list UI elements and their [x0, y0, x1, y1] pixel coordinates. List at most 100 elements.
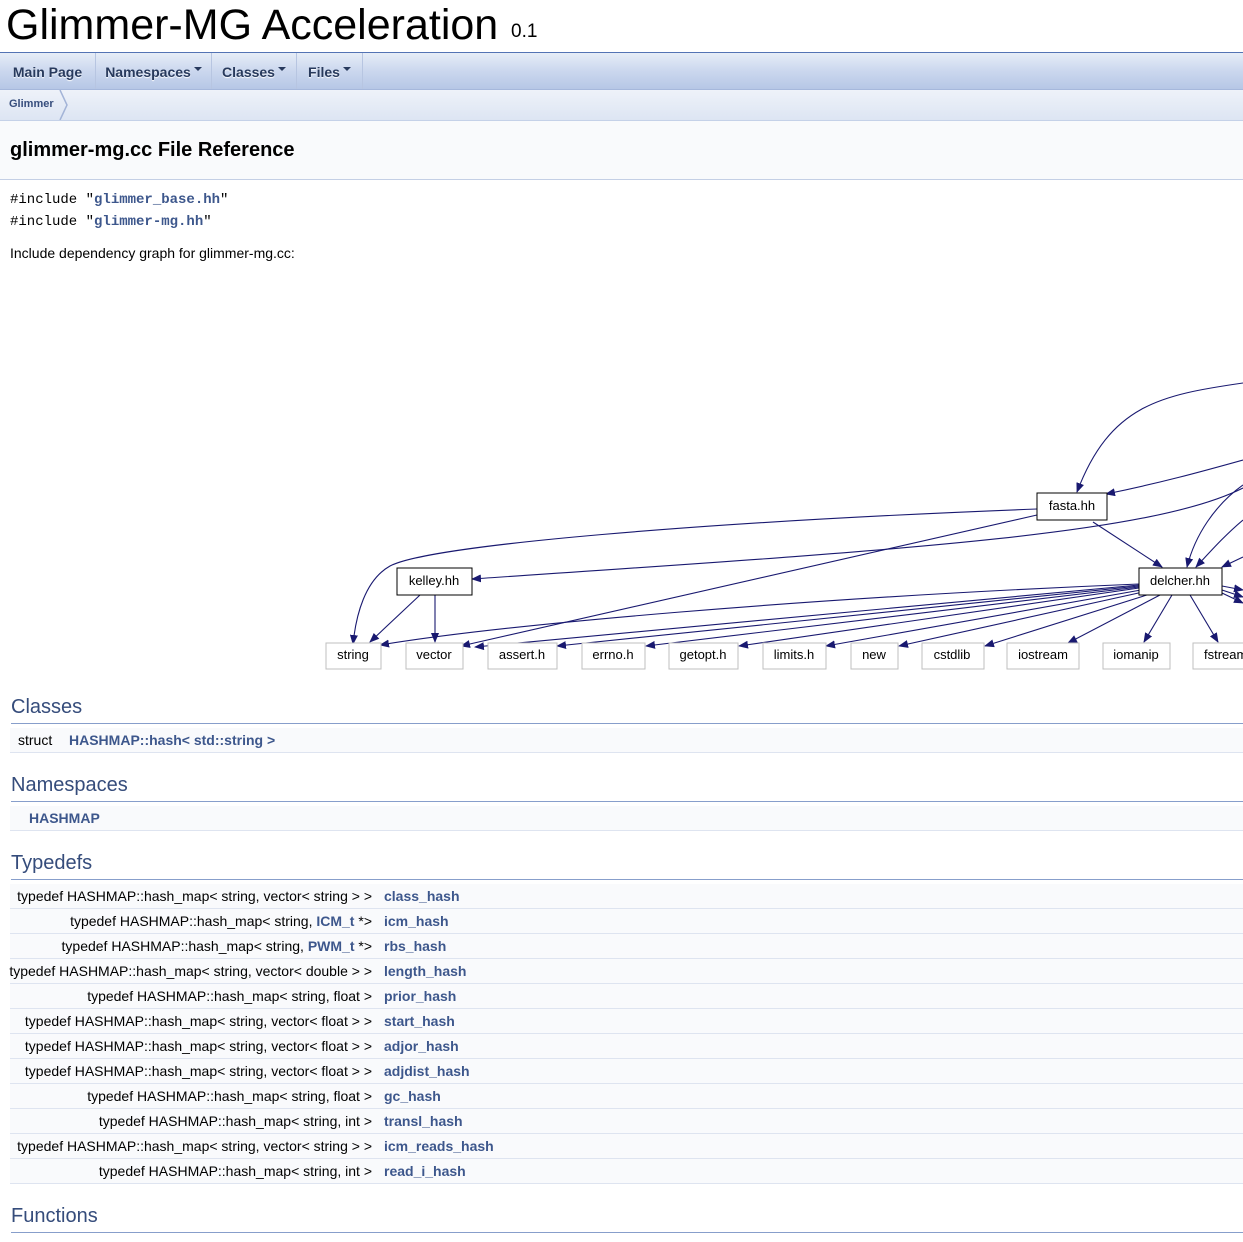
typedef-name-link[interactable]: read_i_hash — [384, 1163, 466, 1179]
section-namespaces-heading: Namespaces — [11, 774, 1243, 802]
typedef-row: typedef HASHMAP::hash_map< string, vecto… — [10, 884, 1243, 909]
typedef-name-link[interactable]: start_hash — [384, 1013, 455, 1029]
typedef-type-text: typedef HASHMAP::hash_map< string, — [70, 913, 317, 929]
graph-node-delcher[interactable]: delcher.hh — [1138, 567, 1223, 596]
typedef-row: typedef HASHMAP::hash_map< string, vecto… — [10, 1059, 1243, 1084]
typedef-type: typedef HASHMAP::hash_map< string, vecto… — [9, 963, 372, 979]
graph-node-iostream: iostream — [1018, 647, 1068, 662]
graph-node-vector: vector — [416, 647, 452, 662]
typedef-row: typedef HASHMAP::hash_map< string, int >… — [10, 1159, 1243, 1184]
namespace-link[interactable]: HASHMAP — [29, 810, 100, 826]
typedef-type-text: typedef HASHMAP::hash_map< string, vecto… — [24, 1038, 372, 1054]
typedef-type: typedef HASHMAP::hash_map< string, vecto… — [17, 888, 372, 904]
nav-classes[interactable]: Classes — [212, 53, 297, 89]
graph-node-fasta[interactable]: fasta.hh — [1036, 492, 1108, 521]
typedef-type: typedef HASHMAP::hash_map< string, vecto… — [25, 1038, 372, 1054]
typedef-type: typedef HASHMAP::hash_map< string, vecto… — [25, 1013, 372, 1029]
typedef-row: typedef HASHMAP::hash_map< string, ICM_t… — [10, 909, 1243, 934]
graph-node-fstream: fstream — [1204, 647, 1243, 662]
section-classes-heading: Classes — [11, 696, 1243, 724]
graph-node-getopt: getopt.h — [680, 647, 727, 662]
nav-namespaces[interactable]: Namespaces — [96, 53, 212, 89]
typedef-row: typedef HASHMAP::hash_map< string, float… — [10, 984, 1243, 1009]
typedef-type-link[interactable]: PWM_t — [308, 938, 355, 954]
caret-down-icon — [342, 67, 351, 72]
typedef-type: typedef HASHMAP::hash_map< string, float… — [87, 1088, 372, 1104]
graph-node-iomanip: iomanip — [1113, 647, 1159, 662]
typedef-name-link[interactable]: class_hash — [384, 888, 460, 904]
typedef-name-link[interactable]: transl_hash — [384, 1113, 463, 1129]
typedef-row: typedef HASHMAP::hash_map< string, vecto… — [9, 959, 1243, 984]
typedef-name-link[interactable]: adjdist_hash — [384, 1063, 470, 1079]
class-kind: struct — [18, 732, 53, 748]
typedef-type-text: typedef HASHMAP::hash_map< string, float… — [87, 1088, 372, 1104]
typedef-type-text: typedef HASHMAP::hash_map< string, int > — [98, 1163, 372, 1179]
typedef-row: typedef HASHMAP::hash_map< string, float… — [10, 1084, 1243, 1109]
nav-classes-label: Classes — [222, 64, 275, 80]
section-typedefs-heading: Typedefs — [11, 852, 1243, 880]
section-functions-heading: Functions — [11, 1205, 1243, 1233]
page-header: glimmer-mg.cc File Reference — [0, 121, 1243, 180]
graph-node-label: fasta.hh — [1049, 498, 1095, 513]
include-link-glimmer-base[interactable]: glimmer_base.hh — [94, 192, 220, 208]
page-title: glimmer-mg.cc File Reference — [10, 139, 295, 161]
typedef-type-text: typedef HASHMAP::hash_map< string, vecto… — [24, 1013, 372, 1029]
caret-down-icon — [277, 67, 286, 72]
breadcrumb-separator-icon — [59, 90, 68, 120]
include-suffix: " — [220, 192, 229, 208]
typedef-name-link[interactable]: adjor_hash — [384, 1038, 459, 1054]
main-navbar: Main Page Namespaces Classes Files — [0, 53, 1243, 90]
graph-node-errno: errno.h — [592, 647, 633, 662]
breadcrumb: Glimmer — [0, 90, 1243, 121]
typedef-type-suffix: *> — [354, 913, 372, 929]
project-name: Glimmer-MG Acceleration — [6, 1, 499, 49]
include-line: #include "glimmer_base.hh" — [10, 192, 228, 208]
typedef-type-suffix: *> — [354, 938, 372, 954]
typedef-type-text: typedef HASHMAP::hash_map< string, — [61, 938, 308, 954]
breadcrumb-item-glimmer[interactable]: Glimmer — [9, 98, 54, 110]
typedef-type-text: typedef HASHMAP::hash_map< string, float… — [87, 988, 372, 1004]
typedef-type: typedef HASHMAP::hash_map< string, vecto… — [25, 1063, 372, 1079]
typedef-name-link[interactable]: gc_hash — [384, 1088, 441, 1104]
typedef-type-text: typedef HASHMAP::hash_map< string, vecto… — [17, 888, 372, 904]
caret-down-icon — [193, 67, 202, 72]
namespace-row: HASHMAP — [10, 806, 1243, 831]
typedef-type: typedef HASHMAP::hash_map< string, PWM_t… — [62, 938, 372, 954]
graph-node-string: string — [337, 647, 369, 662]
graph-node-assert: assert.h — [499, 647, 545, 662]
include-prefix: #include " — [10, 214, 95, 230]
nav-main-page[interactable]: Main Page — [0, 53, 96, 89]
include-line: #include "glimmer-mg.hh" — [10, 214, 212, 230]
nav-files[interactable]: Files — [297, 53, 363, 89]
typedef-row: typedef HASHMAP::hash_map< string, vecto… — [10, 1034, 1243, 1059]
graph-node-kelley[interactable]: kelley.hh — [396, 567, 473, 596]
typedef-row: typedef HASHMAP::hash_map< string, PWM_t… — [10, 934, 1243, 959]
typedef-type-text: typedef HASHMAP::hash_map< string, int > — [98, 1113, 372, 1129]
typedef-name-link[interactable]: icm_hash — [384, 913, 449, 929]
typedef-type: typedef HASHMAP::hash_map< string, int > — [99, 1163, 372, 1179]
nav-files-label: Files — [308, 64, 340, 80]
typedef-name-link[interactable]: length_hash — [384, 963, 466, 979]
typedef-type: typedef HASHMAP::hash_map< string, int > — [99, 1113, 372, 1129]
graph-node-label: kelley.hh — [409, 573, 459, 588]
typedef-type: typedef HASHMAP::hash_map< string, float… — [87, 988, 372, 1004]
typedef-type-text: typedef HASHMAP::hash_map< string, vecto… — [24, 1063, 372, 1079]
typedef-name-link[interactable]: rbs_hash — [384, 938, 446, 954]
project-number: 0.1 — [511, 21, 538, 42]
typedef-type-text: typedef HASHMAP::hash_map< string, vecto… — [9, 963, 372, 979]
typedef-row: typedef HASHMAP::hash_map< string, vecto… — [10, 1009, 1243, 1034]
typedef-type-link[interactable]: ICM_t — [316, 913, 354, 929]
nav-namespaces-label: Namespaces — [105, 64, 191, 80]
typedef-row: typedef HASHMAP::hash_map< string, vecto… — [10, 1134, 1243, 1159]
typedef-name-link[interactable]: icm_reads_hash — [384, 1138, 494, 1154]
graph-node-label: delcher.hh — [1150, 573, 1210, 588]
class-link[interactable]: HASHMAP::hash< std::string > — [69, 732, 275, 748]
typedef-row: typedef HASHMAP::hash_map< string, int >… — [10, 1109, 1243, 1134]
graph-caption: Include dependency graph for glimmer-mg.… — [10, 245, 295, 261]
include-link-glimmer-mg[interactable]: glimmer-mg.hh — [94, 214, 203, 230]
typedef-name-link[interactable]: prior_hash — [384, 988, 456, 1004]
nav-main-page-label: Main Page — [12, 64, 83, 80]
include-prefix: #include " — [10, 192, 95, 208]
class-row: struct HASHMAP::hash< std::string > — [10, 728, 1243, 753]
title-area: Glimmer-MG Acceleration 0.1 — [0, 0, 1243, 53]
